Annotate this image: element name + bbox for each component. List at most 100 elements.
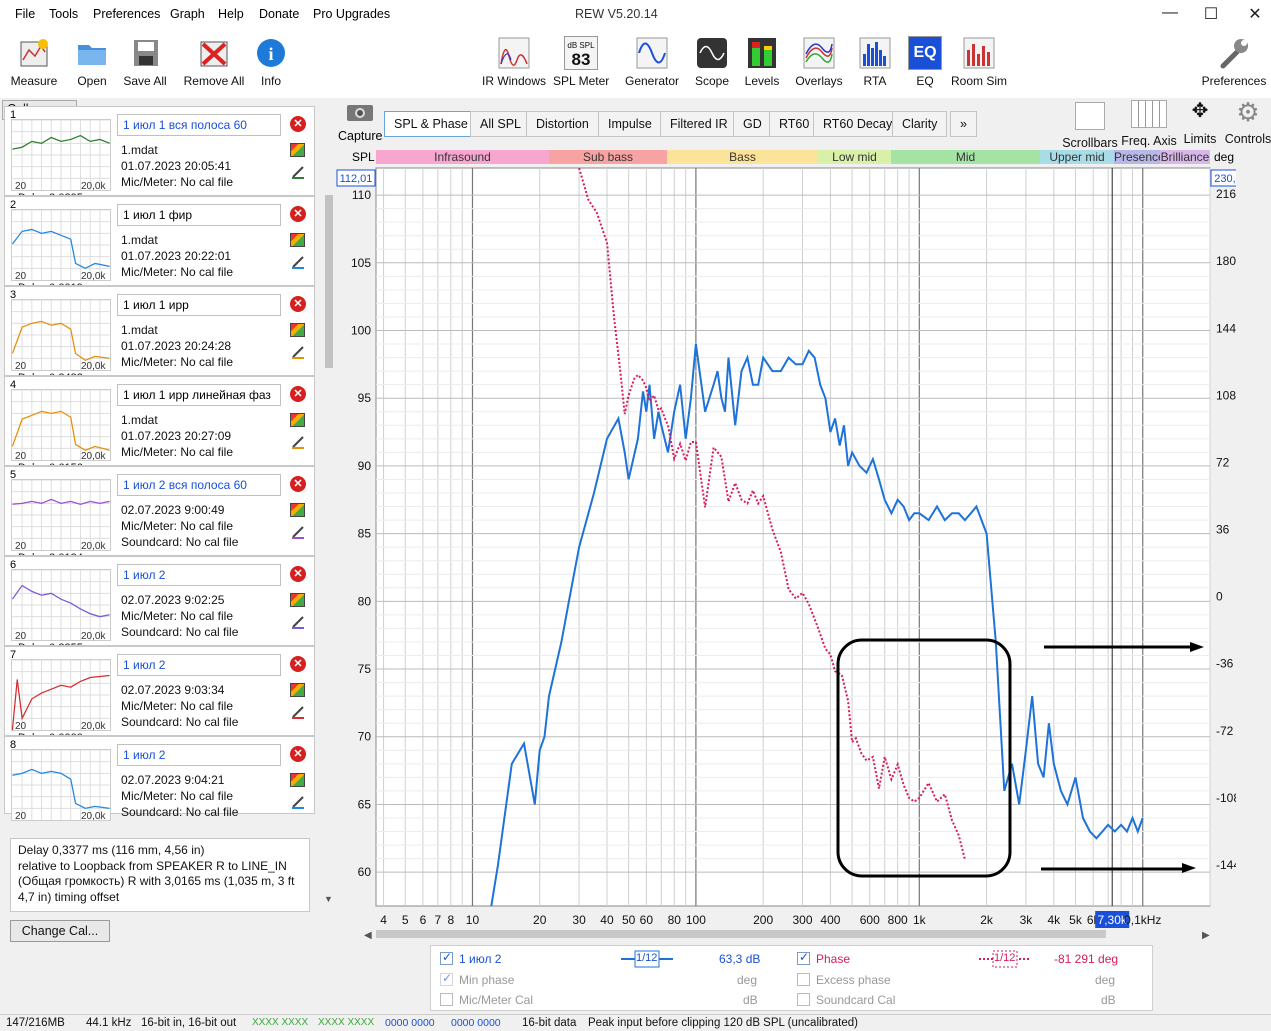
ir-windows-button[interactable]: IR Windows bbox=[481, 34, 547, 94]
remove-measurement-icon[interactable]: ✕ bbox=[290, 206, 306, 222]
remove-measurement-icon[interactable]: ✕ bbox=[290, 386, 306, 402]
phase-checkbox[interactable] bbox=[797, 950, 810, 965]
measurement-card[interactable]: 7 20 20,0k 1 июл 2 ✕ 02.07.2023 9:03:34 Mic/Me… bbox=[4, 646, 315, 736]
trace-color-pen-icon[interactable] bbox=[291, 795, 305, 809]
controls-button[interactable]: ⚙ Controls bbox=[1224, 98, 1271, 146]
tab-5[interactable]: GD bbox=[733, 111, 772, 137]
scope-button[interactable]: Scope bbox=[693, 34, 731, 94]
measurement-card[interactable]: 8 20 20,0k 1 июл 2 ✕ 02.07.2023 9:04:21 Mic/Me… bbox=[4, 736, 315, 822]
change-cal-button[interactable]: Change Cal... bbox=[10, 920, 110, 942]
soundcard-cal-checkbox[interactable] bbox=[797, 993, 810, 1006]
scroll-right-icon[interactable]: ▶ bbox=[1202, 930, 1210, 941]
tab-9[interactable]: » bbox=[950, 111, 977, 137]
trace-image-icon[interactable] bbox=[290, 503, 305, 517]
measurement-line-2: Mic/Meter: No cal file bbox=[121, 519, 234, 533]
remove-measurement-icon[interactable]: ✕ bbox=[290, 566, 306, 582]
x-tick-label: 800 bbox=[888, 913, 908, 927]
measurement-card[interactable]: 5 20 20,0k 1 июл 2 вся полоса 60 ✕ 02.07.2023… bbox=[4, 466, 315, 556]
scroll-down-icon[interactable]: ▼ bbox=[324, 894, 333, 904]
measurement-card[interactable]: 3 20 20,0k 1 июл 1 ирр ✕ 1.mdat 01.07.2023 20:… bbox=[4, 286, 315, 376]
min-phase-checkbox[interactable] bbox=[440, 971, 453, 986]
menu-help[interactable]: Help bbox=[218, 7, 244, 21]
save-all-button[interactable]: Save All bbox=[122, 34, 168, 94]
remove-measurement-icon[interactable]: ✕ bbox=[290, 296, 306, 312]
capture-button[interactable]: Capture bbox=[338, 102, 382, 144]
tab-6[interactable]: RT60 bbox=[769, 111, 820, 137]
tab-1[interactable]: All SPL bbox=[470, 111, 531, 137]
tab-8[interactable]: Clarity bbox=[892, 111, 948, 137]
trace-image-icon[interactable] bbox=[290, 413, 305, 427]
open-button[interactable]: Open bbox=[70, 34, 114, 94]
scrollbars-button[interactable]: Scrollbars bbox=[1062, 98, 1118, 150]
preferences-button[interactable]: Preferences bbox=[1200, 34, 1268, 94]
trace-color-pen-icon[interactable] bbox=[291, 435, 305, 449]
measurement-line-1: 02.07.2023 9:00:49 bbox=[121, 503, 225, 517]
measure-button[interactable]: Measure bbox=[8, 34, 60, 94]
tab-0[interactable]: SPL & Phase bbox=[384, 111, 478, 137]
menu-preferences[interactable]: Preferences bbox=[93, 7, 160, 21]
measurement-name-field[interactable]: 1 июл 1 ирр bbox=[117, 294, 281, 316]
trace-image-icon[interactable] bbox=[290, 773, 305, 787]
tab-7[interactable]: RT60 Decay bbox=[813, 111, 903, 137]
plot-area[interactable] bbox=[375, 167, 1211, 907]
close-icon[interactable]: ✕ bbox=[1245, 4, 1265, 24]
remove-all-button[interactable]: Remove All bbox=[182, 34, 246, 94]
overlays-button[interactable]: Overlays bbox=[794, 34, 844, 94]
measurement-name-field[interactable]: 1 июл 1 ирр линейная фаз bbox=[117, 384, 281, 406]
tab-4[interactable]: Filtered IR bbox=[660, 111, 738, 137]
horizontal-scrollbar-thumb[interactable] bbox=[376, 930, 1106, 938]
scroll-left-icon[interactable]: ◀ bbox=[364, 930, 372, 941]
trace-color-pen-icon[interactable] bbox=[291, 345, 305, 359]
measurement-card[interactable]: 6 20 20,0k 1 июл 2 ✕ 02.07.2023 9:02:25 Mic/Me… bbox=[4, 556, 315, 646]
levels-button[interactable]: Levels bbox=[744, 34, 780, 94]
menu-tools[interactable]: Tools bbox=[49, 7, 78, 21]
tab-2[interactable]: Distortion bbox=[526, 111, 599, 137]
rta-button[interactable]: RTA bbox=[858, 34, 892, 94]
rta-icon bbox=[859, 37, 891, 69]
menu-donate[interactable]: Donate bbox=[259, 7, 299, 21]
menu-file[interactable]: File bbox=[15, 7, 35, 21]
trace-color-pen-icon[interactable] bbox=[291, 615, 305, 629]
trace-image-icon[interactable] bbox=[290, 593, 305, 607]
measurement-name-field[interactable]: 1 июл 2 bbox=[117, 564, 281, 586]
series-checkbox[interactable] bbox=[440, 950, 453, 965]
eq-button[interactable]: EQ EQ bbox=[908, 34, 942, 94]
trace-color-pen-icon[interactable] bbox=[291, 255, 305, 269]
measurement-name-field[interactable]: 1 июл 2 вся полоса 60 bbox=[117, 474, 281, 496]
scrollbar-thumb[interactable] bbox=[325, 195, 333, 368]
trace-color-pen-icon[interactable] bbox=[291, 525, 305, 539]
spl-phase-chart[interactable]: 4 5 6 7 8 10 20 30 40 50 60 80 100 200 300 400 600 800 1k 2… bbox=[336, 164, 1236, 944]
mic-cal-checkbox[interactable] bbox=[440, 993, 453, 1006]
measurement-line-2: Mic/Meter: No cal file bbox=[121, 789, 234, 803]
trace-image-icon[interactable] bbox=[290, 683, 305, 697]
trace-image-icon[interactable] bbox=[290, 143, 305, 157]
tab-3[interactable]: Impulse bbox=[598, 111, 662, 137]
measurement-name-field[interactable]: 1 июл 1 фир bbox=[117, 204, 281, 226]
info-button[interactable]: i Info bbox=[254, 34, 288, 94]
trace-image-icon[interactable] bbox=[290, 323, 305, 337]
measurement-card[interactable]: 4 20 20,0k 1 июл 1 ирр линейная фаз ✕ 1.mdat 0… bbox=[4, 376, 315, 466]
trace-image-icon[interactable] bbox=[290, 233, 305, 247]
measurement-name-field[interactable]: 1 июл 2 bbox=[117, 654, 281, 676]
trace-color-pen-icon[interactable] bbox=[291, 165, 305, 179]
remove-measurement-icon[interactable]: ✕ bbox=[290, 746, 306, 762]
excess-phase-checkbox[interactable] bbox=[797, 973, 810, 986]
minimize-icon[interactable]: — bbox=[1160, 4, 1180, 22]
limits-button[interactable]: ✥ Limits bbox=[1180, 98, 1220, 146]
remove-measurement-icon[interactable]: ✕ bbox=[290, 116, 306, 132]
spl-meter-button[interactable]: dB SPL 83 SPL Meter bbox=[553, 34, 609, 94]
generator-button[interactable]: Generator bbox=[624, 34, 680, 94]
measurement-card[interactable]: 1 20 20,0k 1 июл 1 вся полоса 60 ✕ 1.mdat 01.0… bbox=[4, 106, 315, 196]
freq-axis-button[interactable]: Freq. Axis bbox=[1121, 98, 1177, 148]
trace-color-pen-icon[interactable] bbox=[291, 705, 305, 719]
room-sim-button[interactable]: Room Sim bbox=[950, 34, 1008, 94]
menu-graph[interactable]: Graph bbox=[170, 7, 205, 21]
measurement-name-field[interactable]: 1 июл 1 вся полоса 60 bbox=[117, 114, 281, 136]
measurement-name-field[interactable]: 1 июл 2 bbox=[117, 744, 281, 766]
thumb-axis-left: 20 bbox=[15, 271, 27, 282]
measurement-card[interactable]: 2 20 20,0k 1 июл 1 фир ✕ 1.mdat 01.07.2023 20:… bbox=[4, 196, 315, 286]
remove-measurement-icon[interactable]: ✕ bbox=[290, 476, 306, 492]
maximize-icon[interactable]: ☐ bbox=[1201, 4, 1221, 24]
remove-measurement-icon[interactable]: ✕ bbox=[290, 656, 306, 672]
menu-pro-upgrades[interactable]: Pro Upgrades bbox=[313, 7, 390, 21]
